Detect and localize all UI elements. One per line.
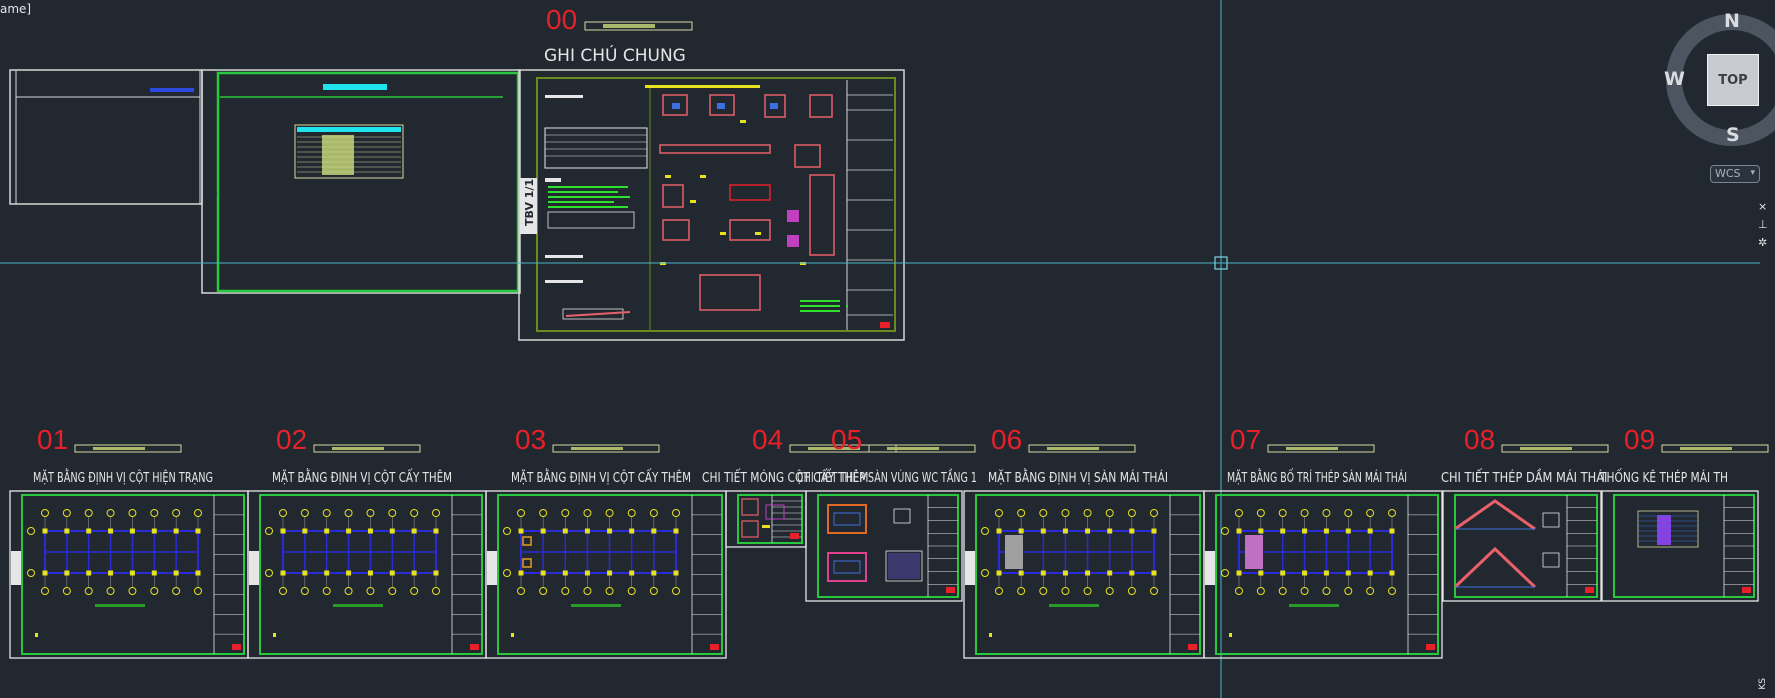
sheet-number: 03 [515, 424, 546, 455]
overview-sheet-label: TBV 1/18 [208, 176, 219, 226]
sheet-01[interactable]: 01 MẶT BẰNG ĐỊNH VỊ CỘT HIỆN TRẠNG [9, 424, 249, 659]
sheet-title: CHI TIẾT THÉP SÀN VÙNG WC TẦNG 1 [797, 467, 977, 486]
viewcube-north[interactable]: N [1724, 10, 1740, 32]
wcs-label: WCS [1715, 167, 1741, 180]
sheet-row: 01 MẶT BẰNG ĐỊNH VỊ CỘT HIỆN TRẠNG 02 MẶT B… [9, 424, 1769, 659]
sheet-title: THỐNG KÊ THÉP MÁI TH [1599, 467, 1728, 486]
sheet-07[interactable]: 07 MẶT BẰNG BỐ TRÍ THÉP SÀN MÁI THÁI [1203, 424, 1443, 659]
sheet-06[interactable]: 06 MẶT BẰNG ĐỊNH VỊ SÀN MÁI THÁI [963, 424, 1205, 659]
sheet-title: MẶT BẰNG BỐ TRÍ THÉP SÀN MÁI THÁI [1227, 467, 1407, 486]
sheet-title: MẶT BẰNG ĐỊNH VỊ CỘT HIỆN TRẠNG [33, 467, 213, 486]
model-space-canvas[interactable]: 00 GHI CHÚ CHUNG TBV 1/18 01MẶT BẰNG ĐỊN… [0, 0, 1775, 698]
sheet-title: CHI TIẾT THÉP DẦM MÁI THÁI [1441, 467, 1607, 486]
sheet-number: 09 [1624, 424, 1655, 455]
sheet-number: 01 [37, 424, 68, 455]
sheet-number: 06 [991, 424, 1022, 455]
sheet-03[interactable]: 03 MẶT BẰNG ĐỊNH VỊ CỘT CẤY THÊM [485, 424, 727, 659]
overview-sheet-left[interactable] [9, 69, 203, 205]
viewcube-top-face[interactable]: TOP [1707, 54, 1759, 106]
viewcube-west[interactable]: W [1664, 68, 1685, 90]
cursor-crosshair [0, 0, 1760, 698]
sheet-number: 04 [752, 424, 783, 455]
sheet-00[interactable]: 00 GHI CHÚ CHUNG TBV 1/18 [518, 4, 905, 341]
sheet-00-label: TBV 1/18 [523, 171, 536, 226]
overview-sheet-table[interactable] [201, 69, 521, 294]
sheet-05[interactable]: 05 CHI TIẾT THÉP SÀN VÙNG WC TẦNG 1 [797, 424, 977, 602]
close-icon[interactable]: × [1758, 200, 1767, 213]
settings-icon[interactable]: ✲ [1758, 236, 1767, 249]
sheet-number: 02 [276, 424, 307, 455]
sheet-title: MẶT BẰNG ĐỊNH VỊ CỘT CẤY THÊM [272, 467, 452, 486]
overview-label-holder: TBV 1/18 [208, 176, 219, 226]
sheet-number: 08 [1464, 424, 1495, 455]
palette-tab-label: KS [1758, 678, 1768, 690]
sheet-00-title: GHI CHÚ CHUNG [544, 44, 686, 66]
sheet-08[interactable]: 08 CHI TIẾT THÉP DẦM MÁI THÁI [1441, 424, 1609, 602]
file-name: ame] [0, 2, 32, 16]
sheet-number: 07 [1230, 424, 1261, 455]
wcs-button[interactable]: WCS ▾ [1710, 165, 1760, 183]
sheet-title: MẶT BẰNG ĐỊNH VỊ SÀN MÁI THÁI [988, 467, 1168, 486]
sheet-00-number: 00 [546, 4, 577, 35]
sheet-title: MẶT BẰNG ĐỊNH VỊ CỘT CẤY THÊM [511, 467, 691, 486]
sheet-02[interactable]: 02 MẶT BẰNG ĐỊNH VỊ CỘT CẤY THÊM [247, 424, 487, 659]
pin-icon[interactable]: ⊥ [1758, 218, 1768, 231]
sheet-number: 05 [831, 424, 862, 455]
chevron-down-icon: ▾ [1750, 168, 1755, 178]
viewcube-south[interactable]: S [1726, 124, 1740, 146]
sheet-09[interactable]: 09 THỐNG KÊ THÉP MÁI TH [1599, 424, 1769, 602]
